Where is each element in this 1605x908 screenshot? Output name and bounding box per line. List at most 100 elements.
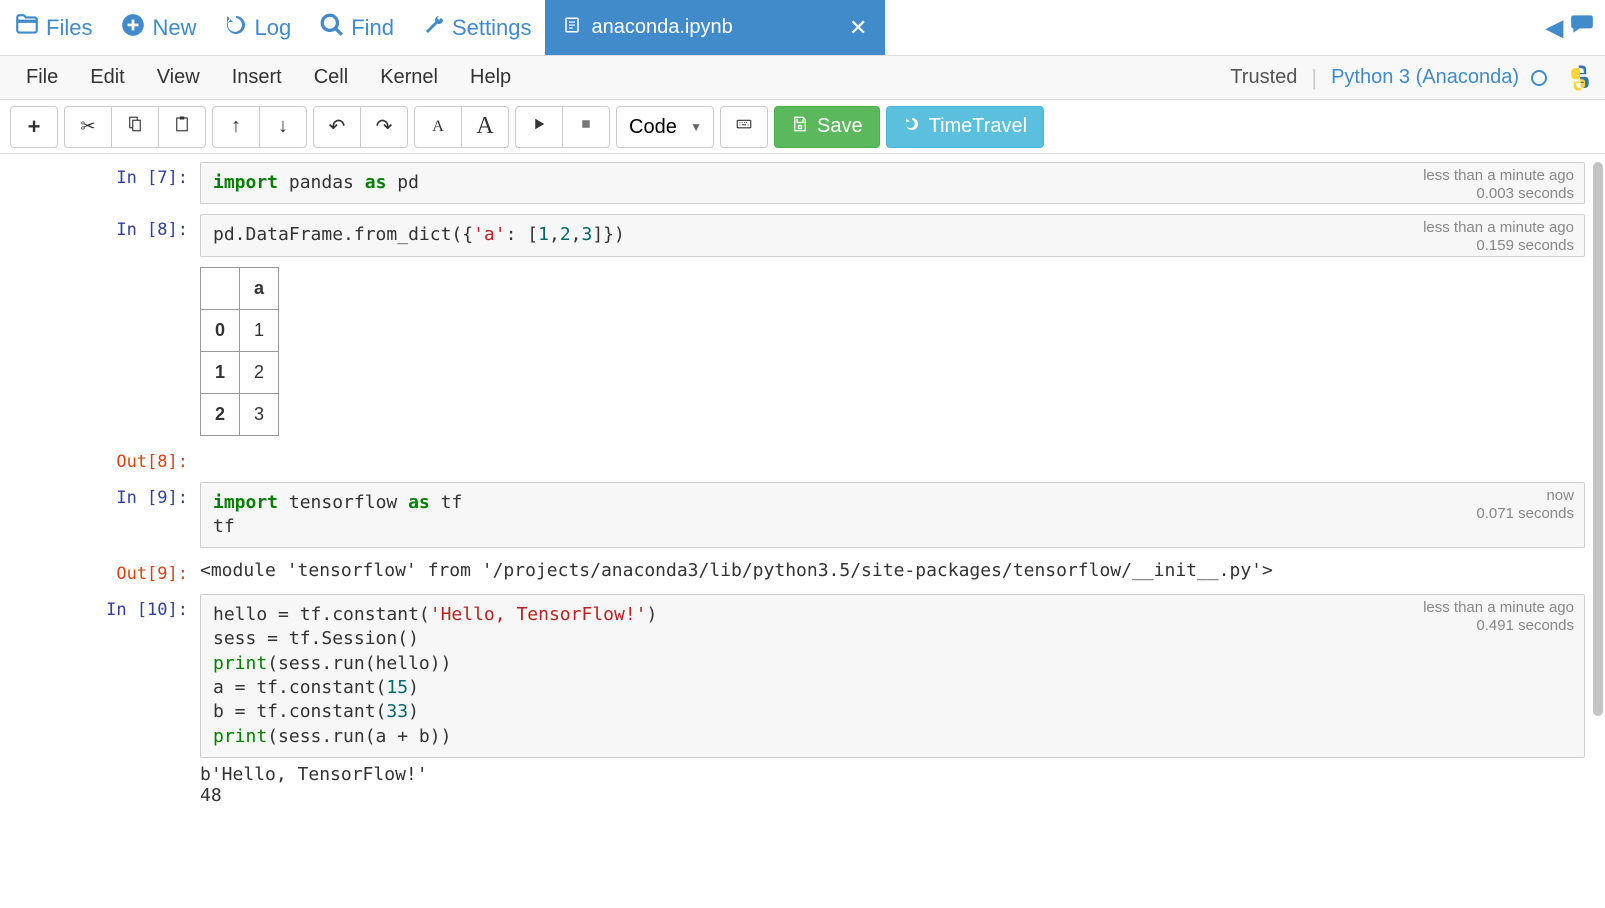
cell-timing: less than a minute ago 0.491 seconds [1423,599,1574,635]
code-cell: In [8]: less than a minute ago 0.159 sec… [20,214,1585,435]
scissors-icon: ✂ [80,116,95,137]
menu-help[interactable]: Help [454,66,527,89]
top-nav: Files New Log Find Settings anaconda.ipy… [0,0,1605,56]
cell-output: a 01 12 23 [200,257,1585,436]
nav-files[interactable]: Files [0,12,106,44]
timetravel-button[interactable]: TimeTravel [886,106,1045,148]
save-button[interactable]: Save [774,106,880,148]
separator: | [1311,65,1317,91]
cell-output: b'Hello, TensorFlow!' 48 [200,758,1585,806]
copy-button[interactable] [111,106,159,148]
tab-title: anaconda.ipynb [591,16,732,39]
save-icon [791,115,809,139]
cell-timing: now 0.071 seconds [1476,487,1574,523]
save-label: Save [817,115,863,138]
plus-circle-icon [120,12,146,44]
copy-icon [126,115,144,138]
cell-output: <module 'tensorflow' from '/projects/ana… [200,558,1585,581]
code-input[interactable]: less than a minute ago 0.159 seconds pd.… [200,214,1585,256]
nav-find-label: Find [351,15,394,41]
menu-view[interactable]: View [141,66,216,89]
cell-timing: less than a minute ago 0.159 seconds [1423,219,1574,255]
cut-button[interactable]: ✂ [64,106,112,148]
in-prompt: In [9]: [20,482,200,549]
nav-files-label: Files [46,15,92,41]
keyboard-icon [735,115,753,138]
celltype-select[interactable]: Code [616,106,714,148]
in-prompt: In [10]: [20,594,200,806]
run-button[interactable] [515,106,563,148]
font-small-button[interactable]: A [414,106,462,148]
paste-icon [173,115,191,138]
menu-bar: File Edit View Insert Cell Kernel Help T… [0,56,1605,100]
out-prompt: Out[8]: [20,446,200,472]
stop-icon [577,115,595,138]
font-large-icon: A [476,113,493,140]
search-icon [319,12,345,44]
menu-kernel[interactable]: Kernel [364,66,454,89]
file-icon [563,16,581,40]
undo-button[interactable]: ↶ [313,106,361,148]
play-icon [530,115,548,138]
nav-settings[interactable]: Settings [408,13,546,43]
menu-cell[interactable]: Cell [298,66,364,89]
move-up-button[interactable]: ↑ [212,106,260,148]
nav-settings-label: Settings [452,15,532,41]
code-input[interactable]: now 0.071 seconds import tensorflow as t… [200,482,1585,549]
undo-icon: ↶ [329,114,346,139]
in-prompt: In [7]: [20,162,200,204]
file-tab[interactable]: anaconda.ipynb ✕ [545,0,885,55]
redo-button[interactable]: ↷ [360,106,408,148]
notebook-area[interactable]: In [7]: less than a minute ago 0.003 sec… [0,154,1605,908]
code-content: pd.DataFrame.from_dict({'a': [1,2,3]}) [213,223,1572,247]
code-input[interactable]: less than a minute ago 0.491 seconds hel… [200,594,1585,758]
nav-log-label: Log [254,15,291,41]
trusted-label: Trusted [1230,66,1297,89]
code-cell: In [10]: less than a minute ago 0.491 se… [20,594,1585,806]
arrow-up-icon: ↑ [231,115,241,138]
history-icon [224,13,248,43]
nav-find[interactable]: Find [305,12,408,44]
nav-new[interactable]: New [106,12,210,44]
code-content: import tensorflow as tf tf [213,491,1572,540]
code-cell: In [9]: now 0.071 seconds import tensorf… [20,482,1585,549]
code-input[interactable]: less than a minute ago 0.003 seconds imp… [200,162,1585,204]
font-small-icon: A [432,118,444,136]
nav-log[interactable]: Log [210,13,305,43]
out-prompt-row: Out[9]: <module 'tensorflow' from '/proj… [20,558,1585,584]
paste-button[interactable] [158,106,206,148]
kernel-name[interactable]: Python 3 (Anaconda) [1331,66,1519,89]
insert-cell-button[interactable]: + [10,106,58,148]
chat-icon[interactable] [1569,11,1595,44]
cell-timing: less than a minute ago 0.003 seconds [1423,167,1574,203]
menu-insert[interactable]: Insert [216,66,298,89]
python-logo-icon [1565,63,1595,93]
menu-edit[interactable]: Edit [74,66,140,89]
history-icon [903,115,921,139]
nav-new-label: New [152,15,196,41]
out-prompt-row: Out[8]: [20,446,1585,472]
move-down-button[interactable]: ↓ [259,106,307,148]
redo-icon: ↷ [376,114,393,139]
code-cell: In [7]: less than a minute ago 0.003 sec… [20,162,1585,204]
arrow-down-icon: ↓ [278,115,288,138]
dataframe-table: a 01 12 23 [200,267,279,436]
close-icon[interactable]: ✕ [849,15,867,41]
font-large-button[interactable]: A [461,106,509,148]
menu-file[interactable]: File [10,66,74,89]
folder-icon [14,12,40,44]
wrench-icon [422,13,446,43]
scrollbar-thumb[interactable] [1593,162,1603,716]
expand-arrow-icon[interactable]: ◀ [1546,15,1563,41]
out-prompt: Out[9]: [20,558,200,584]
timetravel-label: TimeTravel [929,115,1028,138]
code-content: import pandas as pd [213,171,1572,195]
keyboard-button[interactable] [720,106,768,148]
kernel-status-icon [1531,70,1547,86]
plus-icon: + [28,114,41,140]
in-prompt: In [8]: [20,214,200,435]
toolbar: + ✂ ↑ ↓ ↶ ↷ A A Code Save TimeTravel [0,100,1605,154]
stop-button[interactable] [562,106,610,148]
scrollbar[interactable] [1593,162,1603,900]
code-content: hello = tf.constant('Hello, TensorFlow!'… [213,603,1572,749]
